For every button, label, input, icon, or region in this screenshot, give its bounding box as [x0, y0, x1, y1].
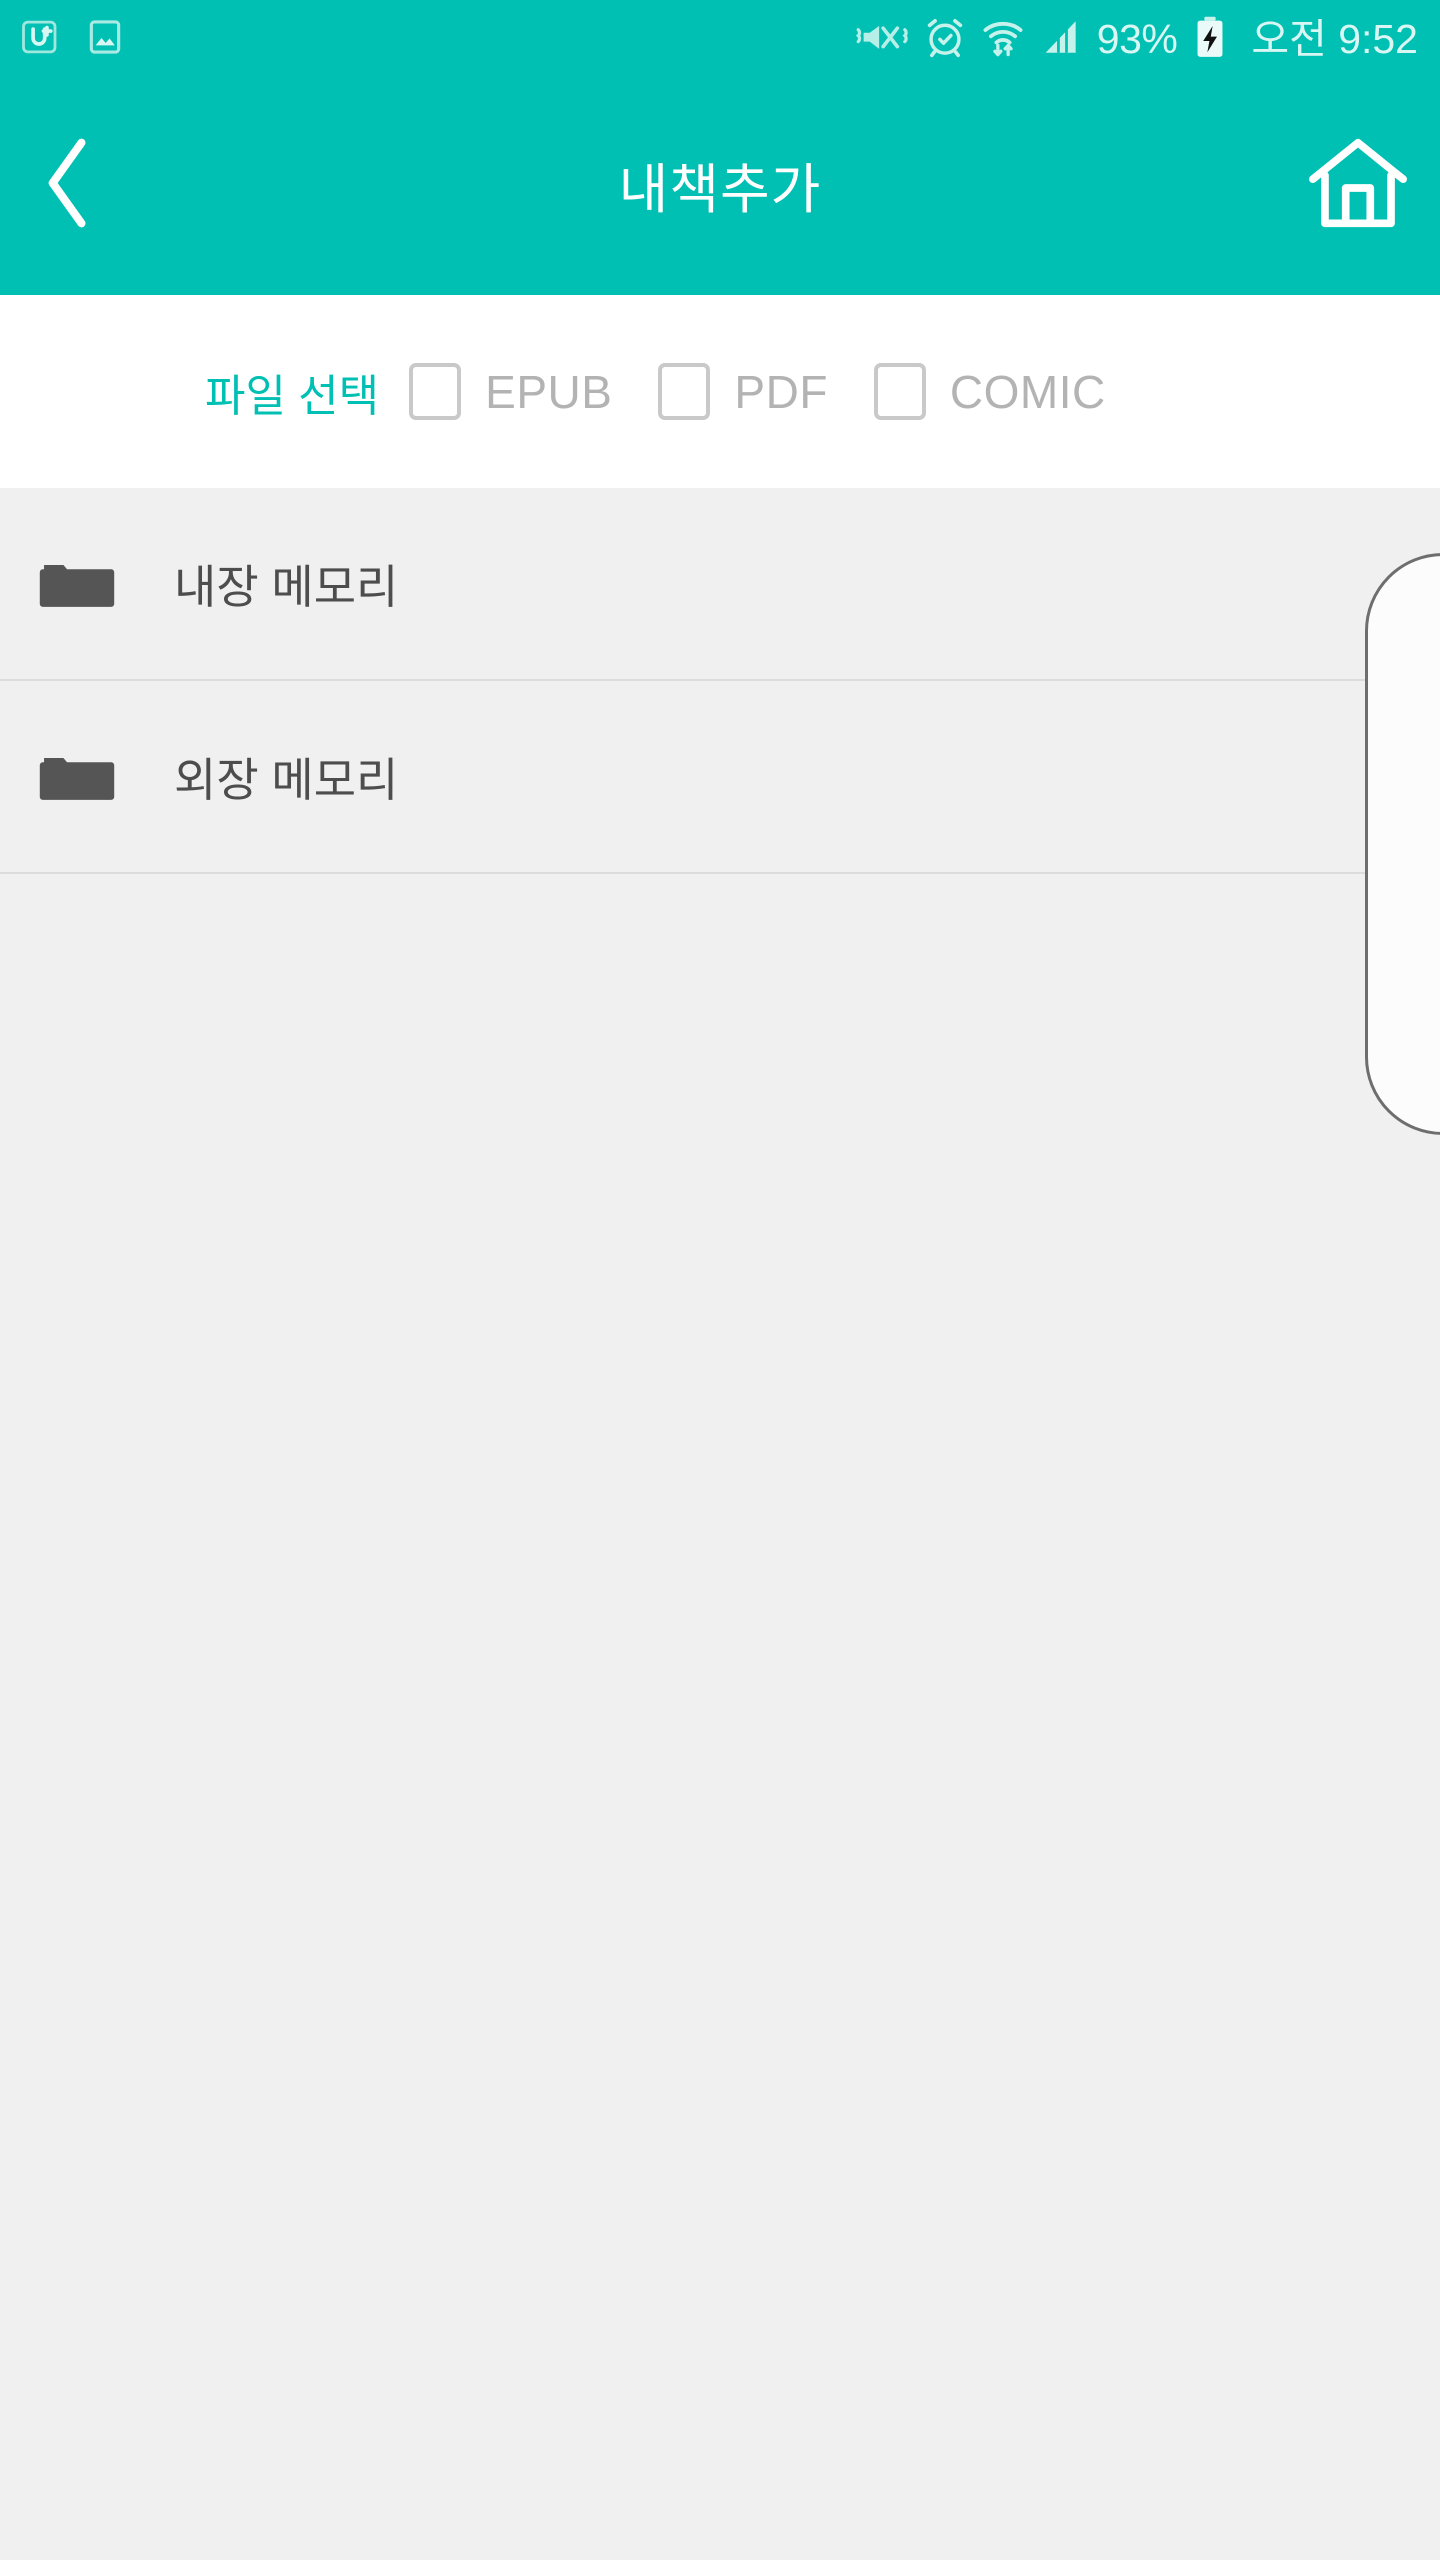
file-select-label: 파일 선택 [205, 371, 380, 421]
epub-checkbox[interactable] [409, 363, 462, 420]
status-bar: 93% 오전 9:52 [0, 0, 1440, 78]
filter-option-epub[interactable]: EPUB [409, 363, 612, 420]
alarm-clock-icon [923, 14, 967, 65]
filter-option-pdf[interactable]: PDF [658, 363, 828, 420]
epub-label: EPUB [485, 365, 613, 418]
status-bar-clock: 오전 9:52 [1251, 15, 1418, 62]
app-notification-icon [20, 16, 62, 63]
home-button[interactable] [1298, 128, 1418, 243]
pdf-label: PDF [734, 365, 828, 418]
filter-option-comic[interactable]: COMIC [873, 363, 1106, 420]
app-root: 93% 오전 9:52 내책추가 파일 선택 EPUB PDF COMIC 내장… [0, 0, 1440, 2560]
battery-charging-icon [1193, 14, 1227, 65]
pdf-checkbox[interactable] [658, 363, 711, 420]
storage-name: 외장 메모리 [174, 753, 399, 806]
file-type-filter-bar: 파일 선택 EPUB PDF COMIC [0, 295, 1440, 488]
status-bar-right-icons: 93% 오전 9:52 [855, 14, 1418, 65]
storage-name: 내장 메모리 [174, 560, 399, 613]
list-item[interactable]: 내장 메모리 [0, 488, 1440, 681]
list-item[interactable]: 외장 메모리 [0, 681, 1440, 874]
comic-label: COMIC [949, 365, 1106, 418]
folder-icon [38, 746, 116, 808]
status-bar-left-icons [20, 16, 124, 63]
folder-icon [38, 553, 116, 615]
storage-list: 내장 메모리 외장 메모리 [0, 488, 1440, 874]
page-title: 내책추가 [618, 160, 822, 220]
vibrate-mute-icon [855, 14, 909, 65]
comic-checkbox[interactable] [873, 363, 926, 420]
battery-percentage: 93% [1096, 15, 1178, 62]
wifi-icon [981, 14, 1025, 65]
home-icon [1306, 135, 1410, 236]
cellular-signal-icon [1039, 14, 1083, 65]
app-bar: 내책추가 [0, 78, 1440, 295]
gallery-image-icon [86, 16, 124, 63]
